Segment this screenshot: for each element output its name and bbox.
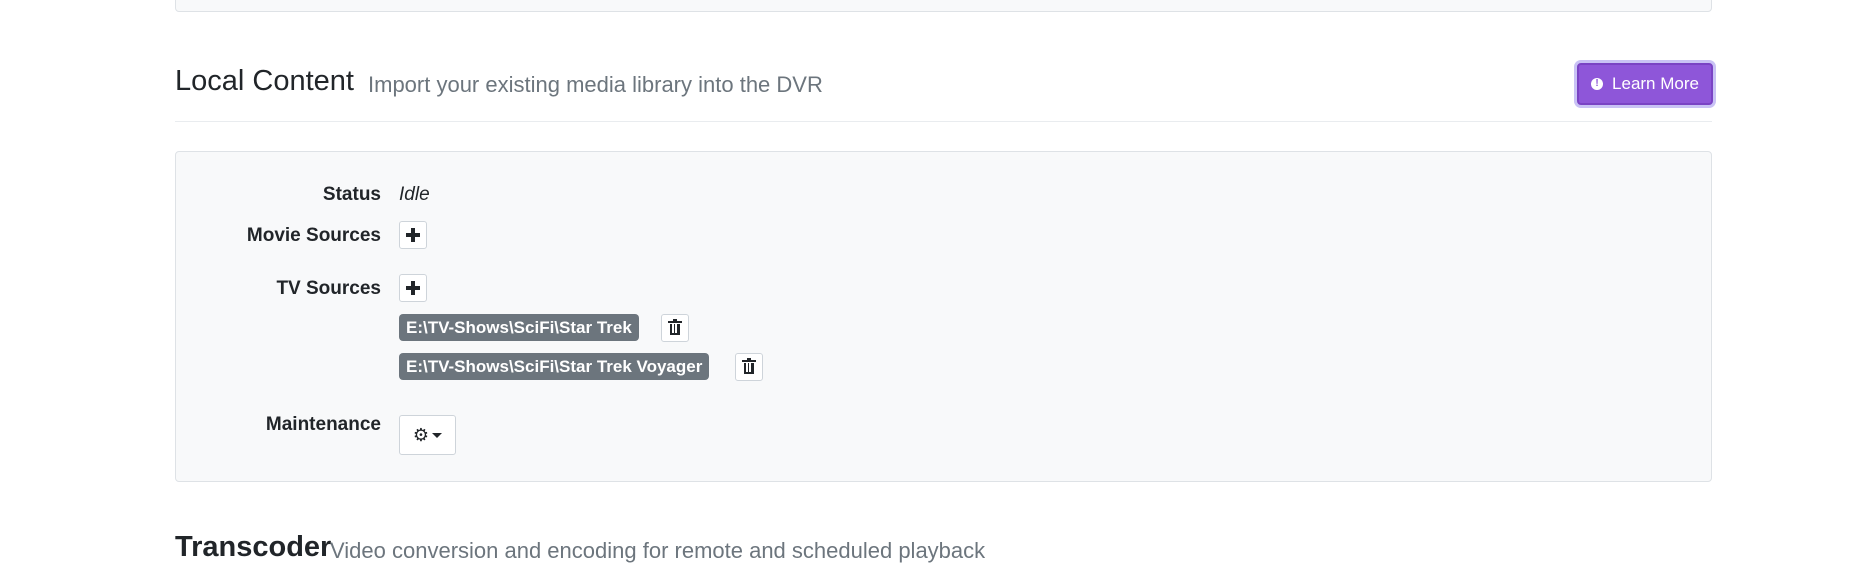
next-section-subtitle: Video conversion and encoding for remote…: [330, 538, 986, 563]
local-content-header: Local Content Import your existing media…: [175, 60, 1712, 122]
caret-down-icon: [432, 432, 443, 438]
add-movie-source-button[interactable]: [399, 221, 427, 249]
tv-sources-label: TV Sources: [276, 278, 381, 299]
maintenance-dropdown-button[interactable]: ⚙: [399, 415, 456, 455]
trash-icon: [668, 319, 682, 335]
maintenance-label: Maintenance: [265, 414, 381, 435]
delete-tv-source-button[interactable]: [661, 314, 689, 342]
info-circle-icon: !: [1591, 78, 1604, 90]
delete-tv-source-button[interactable]: [735, 353, 763, 381]
tv-source-badge: E:\TV-Shows\SciFi\Star Trek Voyager: [399, 353, 710, 380]
plus-icon: [406, 228, 420, 242]
learn-more-label: Learn More: [1612, 74, 1699, 93]
gear-icon: ⚙: [412, 424, 430, 445]
page-subtitle: Import your existing media library into …: [368, 72, 823, 97]
local-content-card: Status Idle Movie Sources TV Sources E:\…: [175, 151, 1712, 482]
status-label: Status: [322, 184, 381, 205]
previous-section-card: [175, 0, 1712, 12]
movie-sources-label: Movie Sources: [246, 225, 381, 246]
plus-icon: [406, 281, 420, 295]
learn-more-button[interactable]: ! Learn More: [1577, 63, 1713, 105]
tv-source-badge: E:\TV-Shows\SciFi\Star Trek: [399, 314, 639, 341]
status-value: Idle: [399, 184, 430, 205]
trash-icon: [742, 358, 756, 374]
add-tv-source-button[interactable]: [399, 274, 427, 302]
page-title: Local Content: [175, 65, 354, 97]
